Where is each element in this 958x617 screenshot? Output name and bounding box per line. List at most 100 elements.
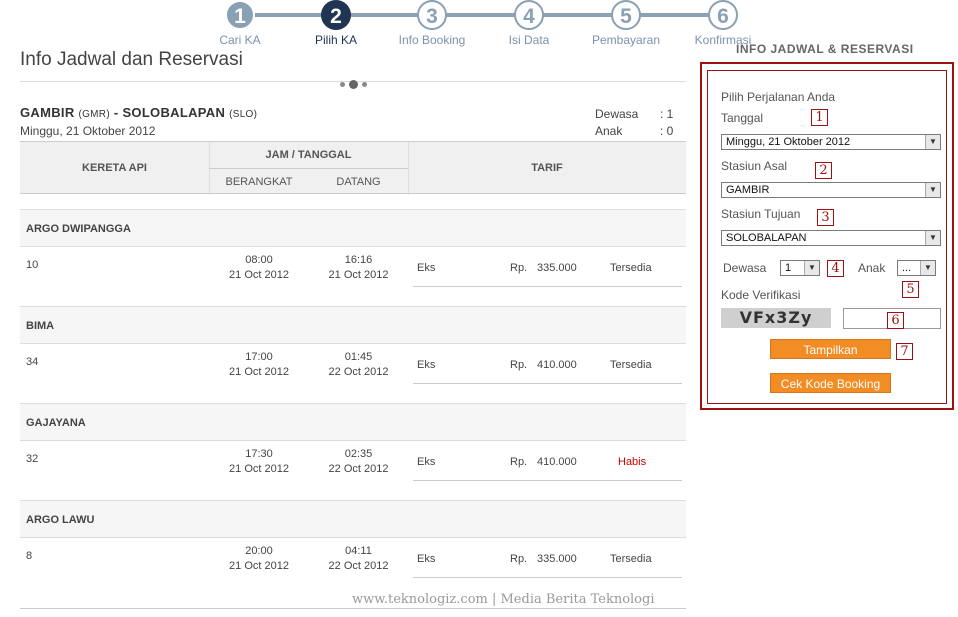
adult-select[interactable]: 1 ▼ — [780, 260, 820, 276]
train-number: 10 — [26, 259, 39, 271]
train-name: ARGO DWIPANGGA — [26, 223, 131, 235]
origin-select[interactable]: GAMBIR ▼ — [721, 182, 941, 198]
row-divider — [413, 286, 682, 287]
origin-code: (GMR) — [78, 109, 110, 120]
form-intro: Pilih Perjalanan Anda — [721, 90, 836, 104]
depart-cell: 17:30 21 Oct 2012 — [209, 447, 309, 477]
arrive-time: 02:35 — [344, 448, 373, 460]
fare-value: 335.000 — [537, 262, 577, 274]
currency: Rp. — [510, 553, 528, 565]
seat-class: Eks — [417, 262, 436, 274]
train-number: 32 — [26, 453, 39, 465]
fare-value: 410.000 — [537, 359, 577, 371]
route-separator: - — [113, 105, 119, 120]
dot-active — [349, 80, 358, 90]
availability-status[interactable]: Tersedia — [610, 359, 652, 371]
table-header: KERETA API JAM / TANGGAL BERANGKAT DATAN… — [20, 141, 686, 195]
step-5: 5 Pembayaran — [586, 0, 666, 47]
arrive-date: 21 Oct 2012 — [328, 269, 389, 281]
page-title: Info Jadwal dan Reservasi — [20, 49, 243, 70]
verification-label: Kode Verifikasi — [721, 288, 801, 302]
train-group-header: GAJAYANA — [20, 403, 686, 441]
depart-date: 21 Oct 2012 — [229, 560, 289, 572]
depart-time: 08:00 — [245, 254, 273, 266]
destination-station: SOLOBALAPAN — [122, 105, 226, 120]
arrive-date: 22 Oct 2012 — [328, 366, 389, 378]
train-name: BIMA — [26, 320, 55, 332]
currency: Rp. — [510, 262, 528, 274]
date-label: Tanggal — [721, 111, 764, 125]
table-row[interactable]: 32 17:30 21 Oct 2012 02:35 22 Oct 2012 E… — [20, 441, 686, 501]
adult-count: Dewasa : 1 — [595, 107, 673, 121]
availability-status[interactable]: Tersedia — [610, 262, 652, 274]
marker-1: 1 — [811, 109, 828, 126]
adult-label: Dewasa — [595, 107, 639, 121]
route-summary: GAMBIR (GMR) - SOLOBALAPAN (SLO) — [20, 105, 257, 120]
destination-label: Stasiun Tujuan — [721, 207, 801, 221]
depart-cell: 20:00 21 Oct 2012 — [209, 544, 309, 574]
train-number: 34 — [26, 356, 39, 368]
depart-date: 21 Oct 2012 — [229, 269, 289, 281]
chevron-down-icon: ▼ — [925, 135, 940, 149]
chevron-down-icon: ▼ — [804, 261, 819, 275]
step-label: Cari KA — [219, 33, 261, 47]
child-value: : 0 — [660, 124, 674, 138]
show-schedule-button[interactable]: Tampilkan — [770, 339, 891, 359]
depart-date: 21 Oct 2012 — [229, 463, 289, 475]
availability-status: Habis — [618, 456, 647, 468]
arrive-date: 22 Oct 2012 — [328, 560, 389, 572]
table-bottom-rule — [20, 608, 686, 609]
step-2[interactable]: 2 Pilih KA — [296, 0, 376, 47]
step-6: 6 Konfirmasi — [683, 0, 763, 47]
watermark-text: www.teknologiz.com | Media Berita Teknol… — [352, 592, 655, 607]
seat-class: Eks — [417, 456, 436, 468]
depart-time: 17:00 — [245, 351, 273, 363]
train-number: 8 — [26, 550, 33, 562]
header-depart: BERANGKAT — [225, 176, 293, 188]
step-3: 3 Info Booking — [392, 0, 472, 47]
progress-stepper: 1 Cari KA 2 Pilih KA 3 Info Booking 4 Is… — [212, 0, 752, 48]
destination-code: (SLO) — [229, 109, 258, 120]
depart-cell: 17:00 21 Oct 2012 — [209, 350, 309, 380]
dot — [340, 82, 345, 88]
step-label: Info Booking — [398, 33, 466, 47]
step-label: Isi Data — [508, 33, 550, 47]
step-1[interactable]: 1 Cari KA — [200, 0, 280, 47]
arrive-cell: 04:11 22 Oct 2012 — [309, 544, 408, 574]
train-name: GAJAYANA — [26, 417, 86, 429]
chevron-down-icon: ▼ — [925, 231, 940, 245]
seat-class: Eks — [417, 359, 436, 371]
arrive-time: 16:16 — [344, 254, 373, 266]
train-group-header: ARGO LAWU — [20, 500, 686, 538]
row-divider — [413, 577, 682, 578]
chevron-down-icon: ▼ — [920, 261, 935, 275]
header-fare: TARIF — [531, 162, 563, 174]
currency: Rp. — [510, 456, 528, 468]
fare-value: 410.000 — [537, 456, 577, 468]
table-row[interactable]: 34 17:00 21 Oct 2012 01:45 22 Oct 2012 E… — [20, 344, 686, 404]
marker-4: 4 — [827, 260, 844, 277]
child-count: Anak : 0 — [595, 124, 673, 138]
destination-select[interactable]: SOLOBALAPAN ▼ — [721, 230, 941, 246]
depart-time: 20:00 — [245, 545, 273, 557]
destination-select-value: SOLOBALAPAN — [726, 232, 807, 244]
availability-status[interactable]: Tersedia — [610, 553, 652, 565]
depart-date: 21 Oct 2012 — [229, 366, 289, 378]
sidebar-title: INFO JADWAL & RESERVASI — [736, 42, 914, 56]
arrive-cell: 01:45 22 Oct 2012 — [309, 350, 408, 380]
check-booking-button[interactable]: Cek Kode Booking — [770, 373, 891, 393]
adult-select-label: Dewasa — [723, 261, 767, 275]
child-select-value: ... — [902, 262, 912, 274]
table-row[interactable]: 8 20:00 21 Oct 2012 04:11 22 Oct 2012 Ek… — [20, 538, 686, 598]
step-number: 2 — [321, 0, 351, 30]
child-select[interactable]: ... ▼ — [897, 260, 936, 276]
arrive-cell: 16:16 21 Oct 2012 — [309, 253, 408, 283]
step-number: 4 — [514, 0, 544, 30]
child-select-label: Anak — [858, 261, 886, 275]
child-label: Anak — [595, 124, 623, 138]
marker-7: 7 — [896, 343, 913, 360]
table-row[interactable]: 10 08:00 21 Oct 2012 16:16 21 Oct 2012 E… — [20, 247, 686, 307]
chevron-down-icon: ▼ — [925, 183, 940, 197]
date-select[interactable]: Minggu, 21 Oktober 2012 ▼ — [721, 134, 941, 150]
marker-2: 2 — [815, 162, 832, 179]
